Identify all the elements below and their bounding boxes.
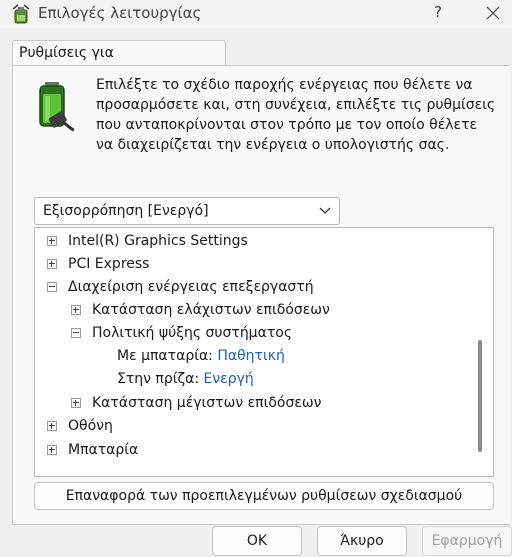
expand-icon[interactable] — [47, 259, 57, 269]
expand-icon[interactable] — [71, 398, 81, 408]
chevron-down-icon — [319, 207, 331, 214]
tree-item-min-processor-state[interactable]: Κατάσταση ελάχιστων επιδόσεων — [71, 299, 487, 321]
tree-item-label: Οθόνη — [68, 418, 113, 434]
power-plan-dropdown[interactable]: Εξισορρόπηση [Ενεργό] — [34, 197, 340, 225]
close-button[interactable] — [478, 1, 508, 25]
tree-item-label: Κατάσταση ελάχιστων επιδόσεων — [92, 302, 330, 318]
power-options-icon — [12, 4, 30, 24]
tree-scrollbar-thumb[interactable] — [478, 340, 482, 452]
expand-icon[interactable] — [71, 305, 81, 315]
help-button[interactable]: ? — [428, 1, 448, 25]
tab-advanced-settings[interactable]: Ρυθμίσεις για προχωρημένους — [12, 40, 226, 85]
setting-value-link[interactable]: Ενεργή — [203, 371, 253, 387]
setting-value-link[interactable]: Παθητική — [217, 348, 284, 364]
tree-item-cooling-policy[interactable]: Πολιτική ψύξης συστήματος — [71, 322, 487, 344]
close-icon — [486, 6, 500, 20]
tree-item-label: Intel(R) Graphics Settings — [68, 233, 248, 249]
expand-icon[interactable] — [47, 421, 57, 431]
setting-label: Στην πρίζα: — [117, 371, 200, 387]
apply-button[interactable]: Εφαρμογή — [422, 526, 512, 556]
tree-item-label: Μπαταρία — [68, 442, 139, 458]
setting-label: Με μπαταρία: — [117, 348, 213, 364]
tree-item-on-battery[interactable]: Με μπαταρία: Παθητική — [117, 345, 487, 367]
tree-item-label: Διαχείριση ενέργειας επεξεργαστή — [68, 279, 314, 295]
collapse-icon[interactable] — [71, 328, 81, 338]
tree-item-label: PCI Express — [68, 256, 150, 272]
tree-item-max-processor-state[interactable]: Κατάσταση μέγιστων επιδόσεων — [71, 392, 487, 414]
tree-item-display[interactable]: Οθόνη — [47, 415, 487, 437]
restore-defaults-button[interactable]: Επαναφορά των προεπιλεγμένων ρυθμίσεων σ… — [34, 482, 494, 510]
tree-item-plugged-in[interactable]: Στην πρίζα: Ενεργή — [117, 368, 487, 390]
tree-item-intel-graphics[interactable]: Intel(R) Graphics Settings — [47, 230, 487, 252]
tree-item-processor-power[interactable]: Διαχείριση ενέργειας επεξεργαστή — [47, 276, 487, 298]
tree-item-battery[interactable]: Μπαταρία — [47, 439, 487, 461]
expand-icon[interactable] — [47, 445, 57, 455]
cancel-button[interactable]: Άκυρο — [317, 526, 407, 556]
title-bar: Επιλογές λειτουργίας ? — [0, 0, 512, 28]
collapse-icon[interactable] — [47, 282, 57, 292]
ok-button[interactable]: OK — [212, 526, 302, 556]
battery-plug-icon — [39, 82, 75, 132]
tree-item-pci-express[interactable]: PCI Express — [47, 253, 487, 275]
description-text: Επιλέξτε το σχέδιο παροχής ενέργειας που… — [96, 77, 496, 153]
power-plan-value: Εξισορρόπηση [Ενεργό] — [43, 203, 209, 219]
settings-tree[interactable]: Intel(R) Graphics Settings PCI Express Δ… — [34, 227, 494, 477]
window-title: Επιλογές λειτουργίας — [38, 4, 202, 22]
tree-item-label: Κατάσταση μέγιστων επιδόσεων — [92, 395, 322, 411]
expand-icon[interactable] — [47, 236, 57, 246]
tree-item-label: Πολιτική ψύξης συστήματος — [92, 325, 293, 341]
